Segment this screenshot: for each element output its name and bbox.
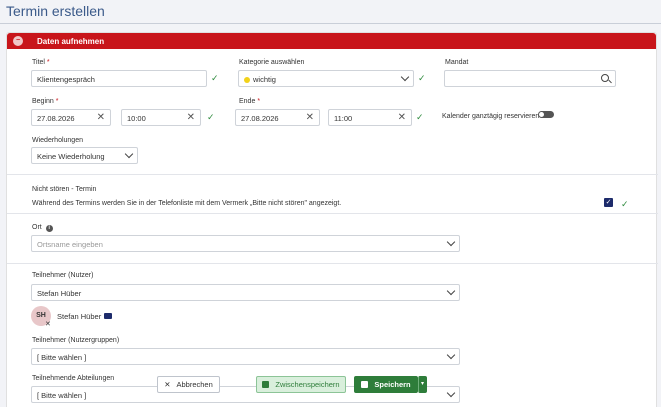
beginn-time-input[interactable]: 10:00 ✕: [121, 109, 201, 126]
clear-time-icon[interactable]: ✕: [398, 112, 406, 124]
nicht-stoeren-valid-check-icon: ✓: [621, 199, 629, 209]
nicht-stoeren-description: Während des Termins werden Sie in der Te…: [32, 200, 342, 207]
ende-time-input[interactable]: 11:00 ✕: [328, 109, 412, 126]
divider: [7, 174, 658, 175]
save-button[interactable]: Speichern: [354, 376, 418, 393]
ort-label: Ort i: [32, 224, 53, 232]
ende-label: Ende *: [239, 98, 261, 105]
divider: [7, 263, 658, 264]
ort-select[interactable]: Ortsname eingeben: [31, 235, 460, 252]
floppy-icon: [361, 380, 369, 388]
save-draft-button[interactable]: Zwischenspeichern: [256, 376, 346, 393]
abteilungen-label: Teilnehmende Abteilungen: [32, 375, 115, 382]
search-icon[interactable]: [601, 74, 609, 82]
beginn-date-input[interactable]: 27.08.2026 ✕: [31, 109, 111, 126]
panel-header-label: Daten aufnehmen: [37, 37, 105, 46]
chevron-down-icon: [446, 388, 456, 398]
titel-valid-check-icon: ✓: [211, 73, 219, 83]
chevron-down-icon: [446, 350, 456, 360]
form-panel: − Daten aufnehmen Titel * Klientengesprä…: [6, 32, 658, 407]
beginn-valid-check-icon: ✓: [207, 112, 215, 122]
clear-date-icon[interactable]: ✕: [306, 112, 314, 124]
nicht-stoeren-checkbox[interactable]: ✓: [604, 198, 613, 207]
ende-valid-check-icon: ✓: [416, 112, 424, 122]
teilnehmer-gruppen-select[interactable]: [ Bitte wählen ]: [31, 348, 460, 365]
page-title: Termin erstellen: [6, 3, 105, 19]
teilnehmer-nutzer-select[interactable]: Stefan Hüber: [31, 284, 460, 301]
clear-date-icon[interactable]: ✕: [97, 112, 105, 124]
remove-participant-icon[interactable]: ✕: [45, 320, 51, 328]
category-color-dot-icon: [244, 76, 250, 83]
close-icon: ✕: [164, 380, 171, 389]
divider: [7, 213, 658, 214]
kategorie-label: Kategorie auswählen: [239, 59, 305, 66]
save-menu-button[interactable]: ▾: [418, 376, 427, 393]
wiederholungen-select[interactable]: Keine Wiederholung: [31, 147, 138, 164]
teilnehmer-gruppen-label: Teilnehmer (Nutzergruppen): [32, 337, 120, 344]
mandat-search-input[interactable]: [444, 70, 616, 87]
chevron-down-icon: [400, 72, 410, 82]
nicht-stoeren-label: Nicht stören - Termin: [32, 186, 97, 193]
mandat-label: Mandat: [445, 59, 469, 66]
kategorie-valid-check-icon: ✓: [418, 73, 426, 83]
cancel-button[interactable]: ✕ Abbrechen: [157, 376, 220, 393]
titel-label: Titel *: [32, 59, 50, 66]
panel-header[interactable]: − Daten aufnehmen: [7, 33, 656, 49]
chevron-down-icon: [446, 237, 456, 247]
floppy-icon: [262, 380, 270, 388]
kategorie-select[interactable]: wichtig: [238, 70, 414, 87]
ganztaegig-label: Kalender ganztägig reservieren: [442, 113, 540, 120]
beginn-label: Beginn *: [32, 98, 59, 105]
ganztaegig-toggle[interactable]: [538, 111, 554, 118]
title-divider: [0, 23, 661, 24]
ende-date-input[interactable]: 27.08.2026 ✕: [235, 109, 320, 126]
teilnehmer-nutzer-label: Teilnehmer (Nutzer): [32, 272, 94, 279]
selected-participant-name: Stefan Hüber: [57, 312, 113, 321]
chevron-down-icon: [124, 149, 134, 159]
mail-icon: [104, 313, 113, 319]
collapse-icon[interactable]: −: [13, 36, 23, 46]
info-icon[interactable]: i: [45, 225, 53, 232]
wiederholungen-label: Wiederholungen: [32, 137, 83, 144]
clear-time-icon[interactable]: ✕: [187, 112, 195, 124]
chevron-down-icon: [446, 286, 456, 296]
titel-input[interactable]: Klientengespräch: [31, 70, 207, 87]
